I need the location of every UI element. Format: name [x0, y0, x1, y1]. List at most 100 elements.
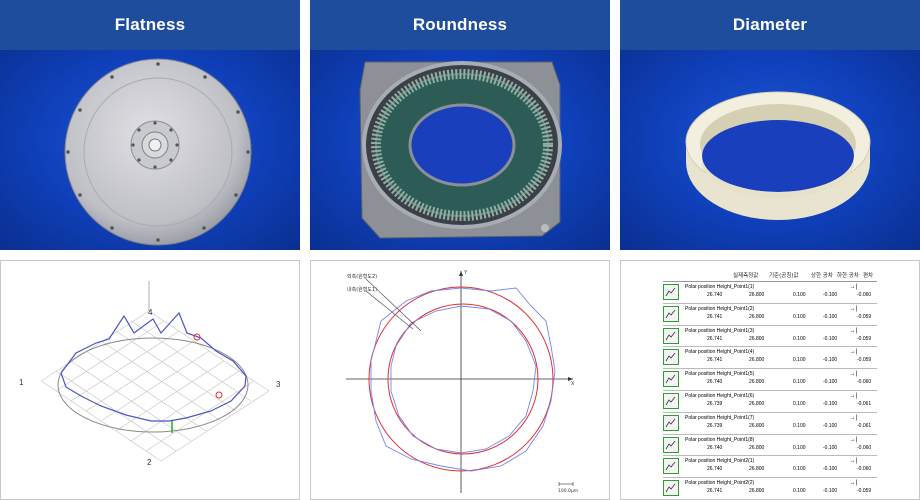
row-actual: 26.740	[707, 466, 723, 473]
row-nominal: 26.800	[749, 357, 765, 364]
col-lower: 하한 공차	[837, 273, 859, 279]
flatness-3d-plot: 1 2 3 4	[19, 281, 281, 467]
diameter-header: Diameter	[620, 0, 920, 50]
row-deviation: -0.059	[857, 357, 872, 364]
row-name: Polar position Height_Point1(8)	[685, 436, 755, 443]
row-deviation: -0.061	[857, 422, 872, 429]
row-actual: 26.740	[707, 444, 723, 451]
table-row: Polar position Height_Point1(2) 26.741 26.…	[663, 304, 877, 326]
round-legend-outer: 외측(원형도2)	[347, 273, 377, 280]
row-nominal: 26.800	[749, 422, 765, 429]
row-actual: 26.739	[707, 422, 723, 429]
flatness-header: Flatness	[0, 0, 300, 50]
table-row: Polar position Height_Point1(8) 26.740 26.…	[663, 435, 877, 457]
row-arrow-icon: →|	[849, 284, 857, 290]
flatness-photo	[0, 50, 300, 250]
row-arrow-icon: →|	[849, 392, 857, 399]
row-upper: 0.100	[793, 444, 806, 451]
round-axis-y: Y	[464, 270, 468, 276]
row-arrow-icon: →|	[849, 327, 857, 334]
row-deviation: -0.061	[857, 400, 872, 407]
diameter-title: Diameter	[732, 15, 808, 34]
row-actual: 26.741	[707, 357, 723, 364]
row-lower: -0.100	[823, 292, 838, 298]
row-arrow-icon: →|	[849, 371, 857, 378]
chart-thumbnail-icon	[663, 284, 679, 300]
roundness-photo	[310, 50, 610, 250]
row-upper: 0.100	[793, 466, 806, 473]
table-row: Polar position Height_Point1(5) 26.740 26.…	[663, 369, 877, 391]
table-row: Polar position Height_Point1(7) 26.739 26.…	[663, 413, 877, 435]
row-arrow-icon: →|	[849, 305, 857, 312]
chart-thumbnail-icon	[663, 458, 679, 475]
row-arrow-icon: →|	[849, 480, 857, 487]
row-lower: -0.100	[823, 335, 838, 342]
row-actual: 26.741	[707, 488, 723, 495]
row-name: Polar position Height_Point2(2)	[685, 480, 755, 487]
row-nominal: 26.800	[749, 335, 765, 342]
row-actual: 26.741	[707, 335, 723, 342]
chart-thumbnail-icon	[663, 349, 679, 366]
flat-axis-label-3: 3	[276, 380, 281, 389]
flatness-column: Flatness 1 2 3 4	[0, 0, 300, 500]
chart-thumbnail-icon	[663, 414, 679, 431]
roundness-column: Roundness Y X 외측(원형도2) 내측(원형도1) 100.0μm	[310, 0, 610, 500]
row-lower: -0.100	[823, 379, 838, 386]
chart-thumbnail-icon	[663, 371, 679, 388]
row-lower: -0.100	[823, 357, 838, 364]
row-deviation: -0.060	[857, 379, 872, 386]
chart-thumbnail-icon	[663, 436, 679, 453]
table-row: Polar position Height_Point1(4) 26.741 26.…	[663, 347, 877, 370]
row-actual: 26.741	[707, 313, 723, 320]
row-upper: 0.100	[793, 357, 806, 364]
row-nominal: 26.800	[749, 444, 765, 451]
table-row: Polar position Height_Point1(6) 26.739 26.…	[663, 391, 877, 413]
row-deviation: -0.059	[857, 488, 872, 495]
flatness-plot-panel: 1 2 3 4	[0, 260, 300, 500]
row-nominal: 26.800	[749, 379, 765, 386]
round-legend-inner: 내측(원형도1)	[347, 286, 377, 293]
row-lower: -0.100	[823, 488, 838, 495]
row-name: Polar position Height_Point1(5)	[685, 371, 755, 378]
chart-thumbnail-icon	[663, 305, 679, 322]
table-header: 실제측정값 기준(공칭)값 상한 공차 하한 공차 편차	[663, 269, 877, 282]
table-body: Polar position Height_Point1(1) 26.740 26.…	[663, 282, 877, 499]
row-nominal: 26.800	[749, 488, 765, 495]
row-upper: 0.100	[793, 422, 806, 429]
row-lower: -0.100	[823, 313, 838, 320]
row-lower: -0.100	[823, 444, 838, 451]
col-actual: 실제측정값	[733, 273, 759, 279]
table-row: Polar position Height_Point2(1) 26.740 26.…	[663, 456, 877, 479]
row-name: Polar position Height_Point2(1)	[685, 458, 755, 465]
ring-image	[685, 91, 871, 220]
round-scale: 100.0μm	[558, 488, 578, 494]
row-upper: 0.100	[793, 400, 806, 407]
table-row: Polar position Height_Point2(2) 26.741 26.…	[663, 478, 877, 499]
chart-thumbnail-icon	[663, 327, 679, 344]
row-upper: 0.100	[793, 313, 806, 320]
row-arrow-icon: →|	[849, 414, 857, 421]
row-actual: 26.739	[707, 400, 723, 407]
row-arrow-icon: →|	[849, 436, 857, 443]
row-deviation: -0.060	[857, 466, 872, 473]
roundness-title: Roundness	[412, 15, 508, 34]
round-part-image	[359, 61, 562, 239]
diameter-column: Diameter 실제측정값 기준(공칭)값 상한 공차 하한 공차 편차 Po…	[620, 0, 920, 500]
row-nominal: 26.800	[749, 466, 765, 473]
table-row: Polar position Height_Point1(3) 26.741 26.…	[663, 326, 877, 348]
row-deviation: -0.060	[857, 444, 872, 451]
flat-axis-label-1: 1	[19, 378, 24, 387]
row-name: Polar position Height_Point1(1)	[685, 284, 755, 290]
table-row: Polar position Height_Point1(1) 26.740 26.…	[663, 282, 877, 304]
row-name: Polar position Height_Point1(4)	[685, 349, 755, 356]
flat-axis-label-2: 2	[147, 458, 152, 467]
roundness-header: Roundness	[310, 0, 610, 50]
row-deviation: -0.060	[857, 292, 872, 298]
round-axis-x: X	[571, 381, 575, 387]
row-arrow-icon: →|	[849, 458, 857, 465]
col-dev: 편차	[863, 273, 874, 279]
row-upper: 0.100	[793, 379, 806, 386]
row-name: Polar position Height_Point1(6)	[685, 392, 755, 399]
row-lower: -0.100	[823, 400, 838, 407]
row-name: Polar position Height_Point1(7)	[685, 414, 755, 421]
